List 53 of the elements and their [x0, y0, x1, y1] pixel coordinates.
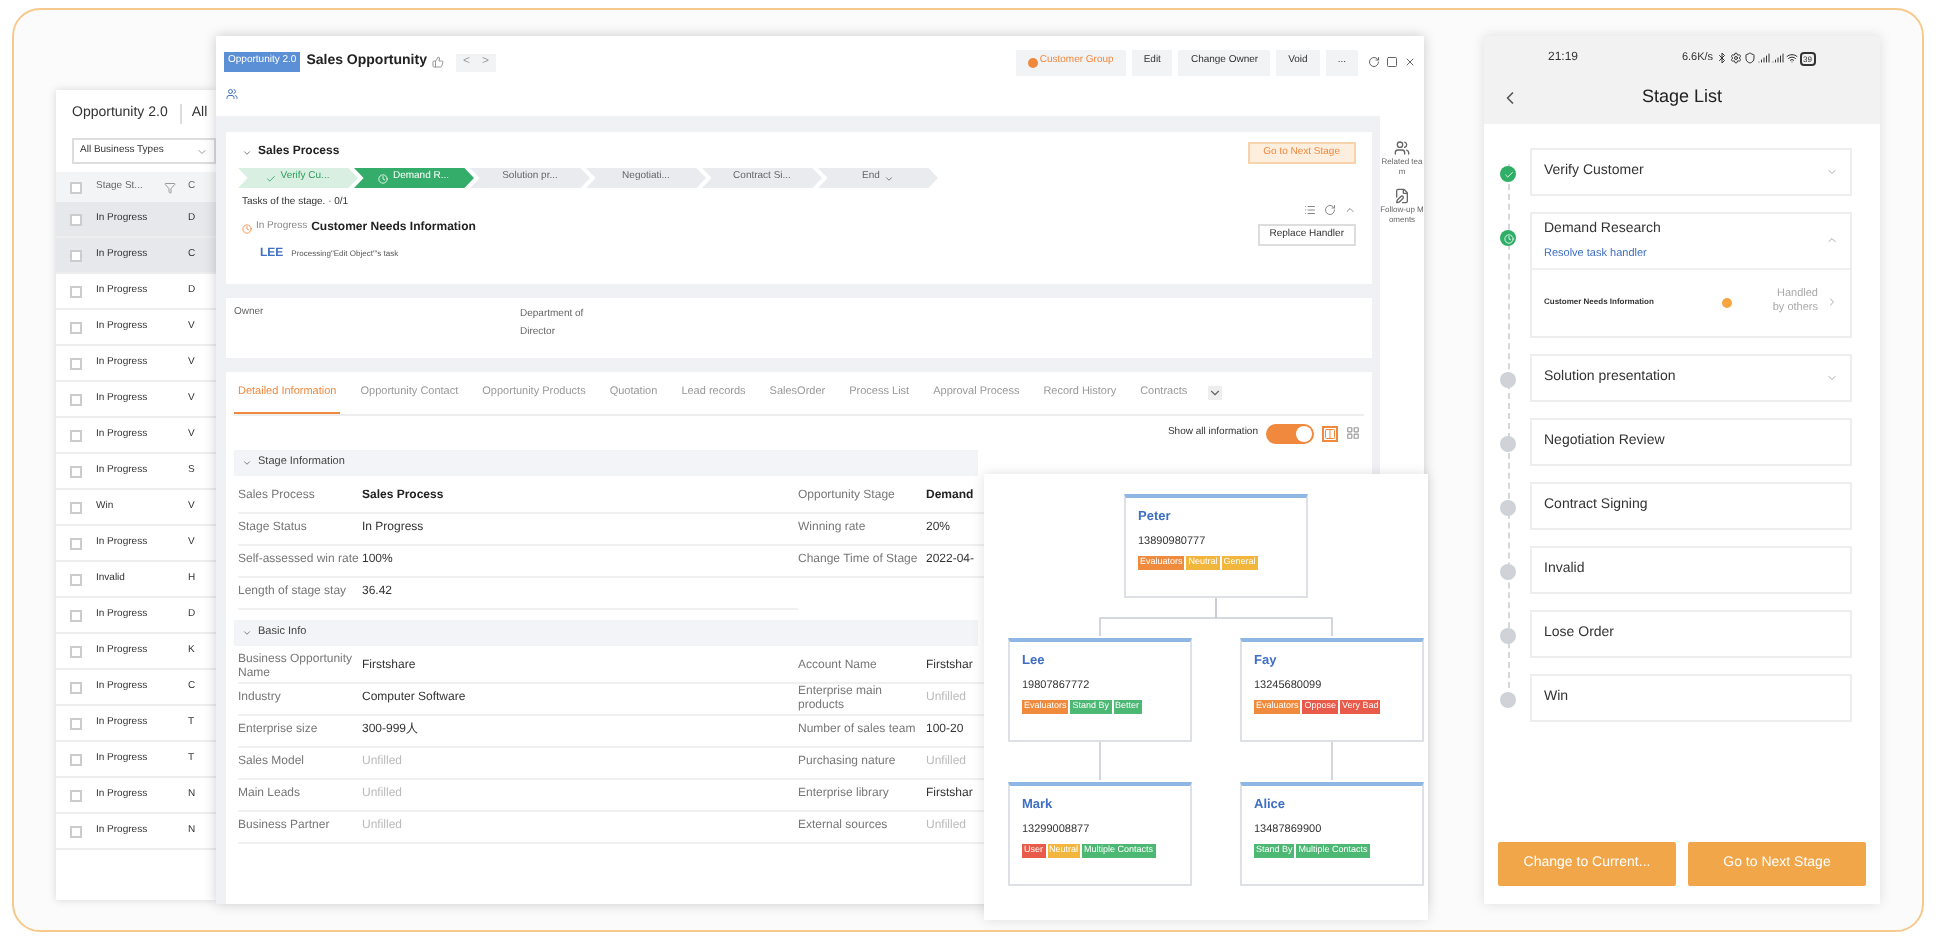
team-icon [1394, 140, 1410, 156]
screen-title: Stage List [1639, 84, 1725, 111]
gear-icon [1729, 52, 1742, 64]
checkbox[interactable] [70, 429, 82, 441]
list-icon[interactable] [1304, 204, 1316, 216]
two-column-icon[interactable] [1322, 425, 1338, 441]
show-all-toggle[interactable] [1266, 423, 1314, 443]
connector-line [1331, 741, 1333, 781]
collapse-icon[interactable] [1826, 234, 1838, 247]
expand-icon[interactable] [1826, 166, 1838, 178]
checkbox[interactable] [70, 717, 82, 729]
checkbox[interactable] [70, 465, 82, 477]
checkbox[interactable] [70, 249, 82, 261]
collapse-icon[interactable] [242, 148, 252, 158]
checkbox[interactable] [70, 789, 82, 801]
checkbox[interactable] [70, 357, 82, 369]
group-icon[interactable] [226, 88, 238, 100]
dropdown-icon [196, 145, 208, 157]
refresh-icon[interactable] [1368, 56, 1380, 68]
bluetooth-icon [1715, 52, 1728, 64]
refresh-icon[interactable] [1324, 204, 1336, 216]
connector-line [1099, 741, 1101, 781]
checkbox[interactable] [70, 681, 82, 693]
collapse-icon [242, 458, 252, 468]
filter-icon[interactable] [164, 181, 176, 193]
checkbox[interactable] [70, 753, 82, 765]
clock-icon [378, 173, 389, 183]
checkbox[interactable] [70, 501, 82, 513]
connector-line [1215, 597, 1333, 637]
shield-icon [1743, 52, 1756, 64]
check-icon [266, 173, 277, 183]
expand-icon[interactable] [1826, 371, 1838, 384]
checkbox[interactable] [70, 213, 82, 225]
pending-icon [1722, 297, 1732, 308]
thumbs-up-icon[interactable] [432, 56, 445, 68]
checkbox[interactable] [70, 181, 82, 193]
collapse-icon [242, 628, 252, 638]
in-progress-icon [242, 223, 252, 233]
wifi-icon [1785, 52, 1798, 64]
chevron-right-icon [1826, 296, 1838, 309]
note-edit-icon [1394, 188, 1410, 204]
checkbox[interactable] [70, 573, 82, 585]
collapse-icon[interactable] [1344, 204, 1356, 216]
checkbox[interactable] [70, 645, 82, 657]
close-icon[interactable] [1404, 56, 1416, 68]
more-tabs-icon[interactable] [1207, 386, 1222, 400]
checkbox[interactable] [70, 393, 82, 405]
checkbox[interactable] [70, 285, 82, 297]
maximize-icon[interactable] [1386, 56, 1398, 68]
checkbox[interactable] [70, 825, 82, 837]
checkbox[interactable] [70, 537, 82, 549]
checkbox[interactable] [70, 321, 82, 333]
checkbox[interactable] [70, 609, 82, 621]
